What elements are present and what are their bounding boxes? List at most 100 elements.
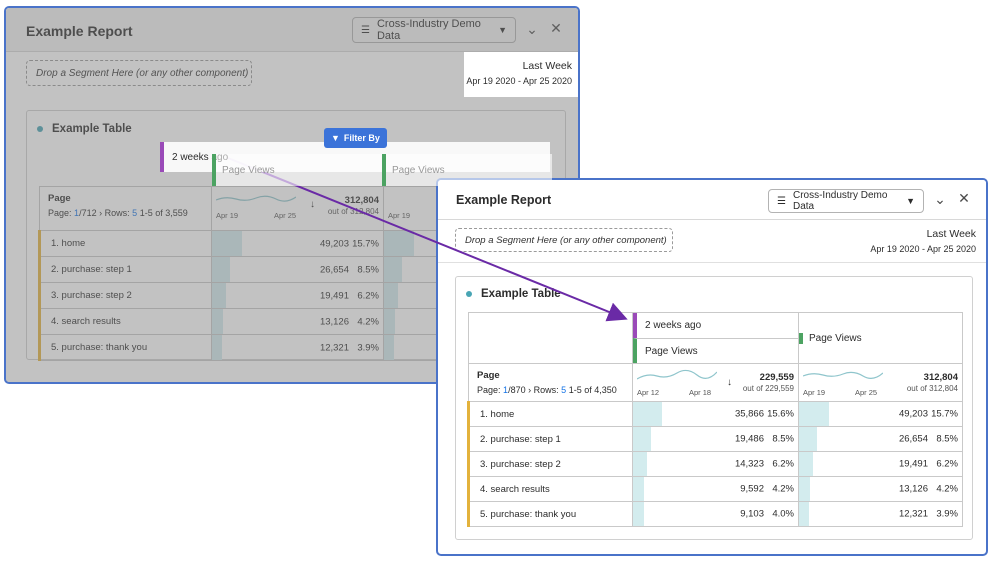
metric-percent: 4.0% — [772, 508, 794, 520]
metric-percent: 6.2% — [357, 290, 379, 301]
back-pager[interactable]: Page: 1/712 › Rows: 5 1-5 of 3,559 — [48, 208, 203, 218]
front-col2-total: 312,804 — [923, 372, 958, 383]
front-panel-title: Example Report — [456, 193, 552, 207]
front-metric-header[interactable]: Page Views — [633, 338, 798, 363]
chevron-right-icon[interactable]: › — [99, 208, 102, 218]
back-column-header[interactable]: Page Views — [212, 154, 382, 186]
sort-down-icon[interactable]: ↓ — [727, 377, 732, 388]
chevron-right-icon[interactable]: › — [528, 385, 531, 395]
metric-value: 19,491 — [319, 290, 349, 301]
front-segment-column-header[interactable]: 2 weeks ago Page Views — [632, 312, 799, 364]
row-label[interactable]: 5. purchase: thank you — [467, 501, 633, 527]
metric-value: 35,866 — [734, 408, 764, 420]
chevron-down-icon[interactable]: ⌄ — [932, 191, 948, 208]
metric-value: 19,486 — [734, 433, 764, 445]
front-pager[interactable]: Page: 1/870 › Rows: 5 1-5 of 4,350 — [477, 385, 624, 395]
metric-bar — [799, 477, 810, 501]
metric-bar — [633, 502, 644, 526]
row-label[interactable]: 2. purchase: step 1 — [38, 256, 212, 283]
metric-bar — [212, 231, 242, 256]
front-col2-tick-start: Apr 19 — [803, 388, 826, 397]
metric-percent: 8.5% — [772, 433, 794, 445]
pager-range: 1-5 of 4,350 — [568, 385, 617, 395]
metric-percent: 3.9% — [357, 342, 379, 353]
metric-percent: 15.7% — [352, 238, 379, 249]
close-icon[interactable]: ✕ — [548, 20, 564, 37]
metric-cell: 35,866 15.6% — [632, 401, 799, 427]
metric-value: 13,126 — [898, 483, 928, 495]
table-row[interactable]: 3. purchase: step 2 14,323 6.2% 19,491 6.2% — [467, 451, 963, 477]
metric-percent: 8.5% — [936, 433, 958, 445]
table-row[interactable]: 1. home 35,866 15.6% 49,203 15.7% — [467, 401, 963, 427]
front-col1-total-cell: Apr 12 Apr 18 ↓ 229,559 out of 229,559 — [632, 363, 799, 402]
database-icon: ☰ — [777, 195, 786, 207]
row-label[interactable]: 2. purchase: step 1 — [467, 426, 633, 452]
pager-of: /712 — [79, 208, 97, 218]
front-divider — [438, 262, 986, 263]
metric-bar — [633, 477, 644, 501]
metric-percent: 8.5% — [357, 264, 379, 275]
row-label[interactable]: 1. home — [467, 401, 633, 427]
back-card-title: Example Table — [37, 123, 132, 135]
pager-label: Page: — [477, 385, 501, 395]
metric-bar — [799, 452, 813, 476]
front-segment-drop-zone[interactable]: Drop a Segment Here (or any other compon… — [455, 228, 673, 252]
row-label[interactable]: 1. home — [38, 230, 212, 257]
back-total-value: 312,804 — [344, 195, 379, 206]
back-sparkline — [216, 195, 296, 202]
metric-bar — [799, 402, 829, 426]
front-pv-column-header[interactable]: Page Views — [798, 312, 963, 364]
metric-cell-2: 12,321 3.9% — [798, 501, 963, 527]
front-segment-header[interactable]: 2 weeks ago — [633, 313, 798, 338]
metric-bar — [799, 427, 817, 451]
rows-select[interactable]: 5 — [132, 208, 137, 218]
metric-bar — [212, 335, 222, 360]
table-row[interactable]: 2. purchase: step 1 19,486 8.5% 26,654 8.5% — [467, 426, 963, 452]
metric-percent: 4.2% — [357, 316, 379, 327]
chevron-down-icon[interactable]: ⌄ — [524, 21, 540, 38]
row-label[interactable]: 3. purchase: step 2 — [38, 282, 212, 309]
front-date-range[interactable]: Last Week Apr 19 2020 - Apr 25 2020 — [816, 228, 976, 254]
back-dimension-header: Page Page: 1/712 › Rows: 5 1-5 of 3,559 — [39, 186, 212, 231]
filter-by-drop-target[interactable]: ▼ Filter By — [324, 128, 387, 148]
metric-cell: 19,486 8.5% — [632, 426, 799, 452]
status-dot-icon — [37, 126, 43, 132]
front-col1-total: 229,559 — [759, 372, 794, 383]
chevron-down-icon: ▼ — [498, 25, 507, 35]
metric-cell-2: 19,491 6.2% — [798, 451, 963, 477]
metric-cell: 19,491 6.2% — [211, 282, 384, 309]
metric-cell-2: 13,126 4.2% — [798, 476, 963, 502]
back-segment-drop-zone[interactable]: Drop a Segment Here (or any other compon… — [26, 60, 252, 86]
metric-cell: 14,323 6.2% — [632, 451, 799, 477]
back-datasource-button[interactable]: ☰ Cross-Industry Demo Data ▼ — [352, 17, 516, 43]
back-tick-start-2: Apr 19 — [388, 211, 411, 220]
database-icon: ☰ — [361, 24, 370, 36]
row-label[interactable]: 3. purchase: step 2 — [467, 451, 633, 477]
sort-down-icon[interactable]: ↓ — [310, 199, 315, 210]
front-metric-label: Page Views — [645, 345, 698, 357]
metric-cell: 26,654 8.5% — [211, 256, 384, 283]
metric-cell: 9,103 4.0% — [632, 501, 799, 527]
back-date-range[interactable]: Last Week Apr 19 2020 - Apr 25 2020 — [464, 52, 578, 97]
metric-value: 9,592 — [740, 483, 764, 495]
close-icon[interactable]: ✕ — [956, 190, 972, 207]
front-datasource-button[interactable]: ☰ Cross-Industry Demo Data ▼ — [768, 189, 924, 213]
rows-select[interactable]: 5 — [561, 385, 566, 395]
back-total-of: out of 312,804 — [327, 207, 379, 216]
front-corner-cell — [468, 312, 633, 364]
row-label[interactable]: 5. purchase: thank you — [38, 334, 212, 361]
metric-cell: 9,592 4.2% — [632, 476, 799, 502]
row-label[interactable]: 4. search results — [38, 308, 212, 335]
table-row[interactable]: 5. purchase: thank you 9,103 4.0% 12,321 3.9… — [467, 501, 963, 527]
back-tick-start: Apr 19 — [216, 211, 239, 220]
back-tick-end: Apr 25 — [274, 211, 297, 220]
metric-value: 14,323 — [734, 458, 764, 470]
back-column-header-2[interactable]: Page Views — [382, 154, 552, 186]
table-row[interactable]: 4. search results 9,592 4.2% 13,126 4.2% — [467, 476, 963, 502]
front-dimension-name: Page — [477, 370, 500, 381]
back-metric-total-cell: Apr 19 Apr 25 ↓ 312,804 out of 312,804 — [211, 186, 384, 231]
metric-value: 19,491 — [898, 458, 928, 470]
metric-percent: 4.2% — [936, 483, 958, 495]
metric-bar — [633, 452, 647, 476]
row-label[interactable]: 4. search results — [467, 476, 633, 502]
